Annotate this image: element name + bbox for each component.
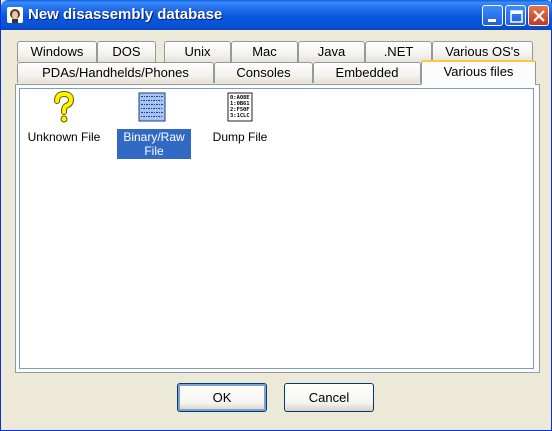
question-mark-icon: [48, 90, 80, 123]
list-item-binary-raw-file[interactable]: Binary/Raw File: [108, 91, 196, 163]
list-item-unknown-file[interactable]: Unknown File: [20, 90, 108, 151]
title-bar[interactable]: New disassembly database: [1, 0, 552, 30]
maximize-icon: [510, 10, 523, 23]
tab-embedded[interactable]: Embedded: [313, 62, 421, 83]
dump-file-icon: 0:A0 8E 1:0B 61 2:F5 0F 3:1C LC: [224, 91, 256, 123]
tab-windows[interactable]: Windows: [17, 41, 97, 62]
window-title: New disassembly database: [28, 6, 223, 23]
close-button[interactable]: [528, 5, 549, 26]
minimize-button[interactable]: [482, 5, 503, 26]
item-label-line-1: Binary/Raw: [123, 130, 185, 144]
item-label-line-2: File: [144, 144, 164, 158]
tab-unix[interactable]: Unix: [164, 41, 231, 62]
tab-dos[interactable]: DOS: [97, 41, 156, 62]
list-item-dump-file[interactable]: 0:A0 8E 1:0B 61 2:F5 0F 3:1C LC Dump File: [196, 91, 284, 151]
tab-pdas-handhelds-phones[interactable]: PDAs/Handhelds/Phones: [17, 62, 214, 83]
svg-text:3:1C: 3:1C: [230, 113, 243, 119]
tab-consoles[interactable]: Consoles: [214, 62, 313, 83]
item-label: Dump File: [212, 130, 268, 144]
tab-java[interactable]: Java: [298, 41, 365, 62]
close-icon: [533, 10, 545, 22]
minimize-icon: [488, 19, 496, 22]
item-label: Unknown File: [27, 130, 101, 144]
tab-various-os[interactable]: Various OS's: [432, 41, 533, 62]
binary-file-icon: [136, 91, 168, 123]
maximize-button[interactable]: [505, 5, 526, 26]
tab-mac[interactable]: Mac: [231, 41, 298, 62]
svg-text:LC: LC: [243, 113, 250, 119]
ok-button[interactable]: OK: [177, 383, 267, 412]
cancel-button[interactable]: Cancel: [284, 383, 374, 412]
tab-dotnet[interactable]: .NET: [365, 41, 432, 62]
tab-various-files[interactable]: Various files: [421, 60, 536, 85]
file-type-list[interactable]: Unknown File Binary/Raw File 0:A0 8E 1:0…: [19, 88, 534, 369]
ida-icon[interactable]: [7, 7, 23, 23]
dialog-window: New disassembly database Windows DOS Uni…: [0, 0, 552, 431]
item-label: Binary/Raw File: [117, 129, 191, 159]
